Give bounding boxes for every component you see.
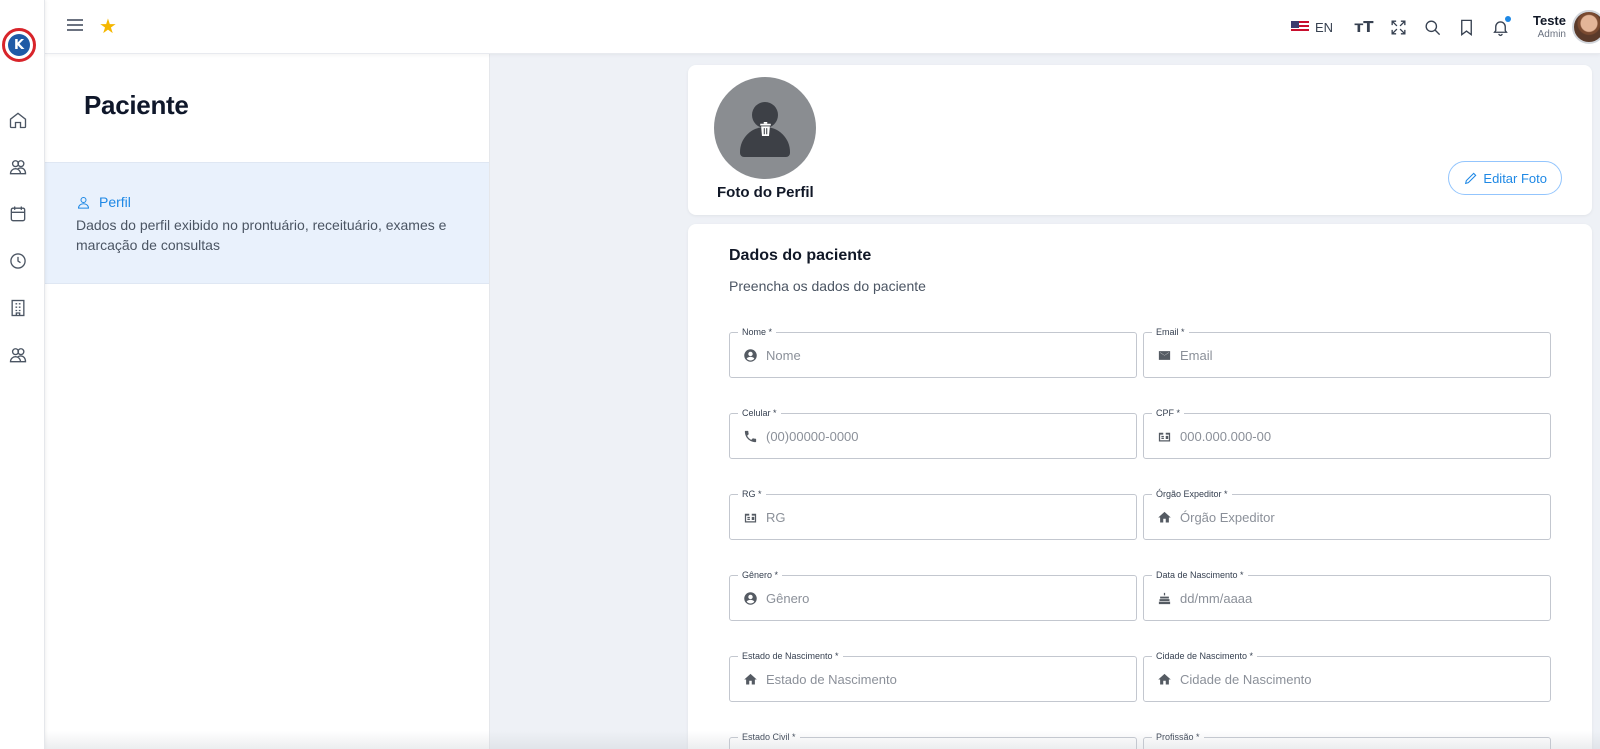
- cidade-nascimento-field[interactable]: Cidade de Nascimento *: [1143, 650, 1551, 702]
- orgao-expeditor-input[interactable]: [1180, 507, 1540, 527]
- email-input[interactable]: [1180, 345, 1540, 365]
- logo-mark: K: [8, 34, 30, 56]
- cpf-field[interactable]: CPF *: [1143, 407, 1551, 459]
- user-name: Teste: [1533, 13, 1566, 29]
- nome-field[interactable]: Nome *: [729, 326, 1137, 378]
- field-label: Gênero *: [738, 569, 783, 581]
- bookmark-icon[interactable]: [1455, 16, 1477, 38]
- edit-photo-label: Editar Foto: [1483, 170, 1547, 186]
- delete-photo-icon[interactable]: [756, 120, 774, 138]
- topbar-actions: EN ᴛT Teste Admin: [1290, 0, 1600, 54]
- estado-nascimento-input[interactable]: [766, 669, 1126, 689]
- estado-civil-field[interactable]: Estado Civil *: [729, 731, 1137, 749]
- sidebar-item-perfil[interactable]: Perfil Dados do perfil exibido no prontu…: [45, 162, 489, 284]
- star-icon[interactable]: ★: [99, 14, 117, 38]
- user-icon: [77, 196, 90, 209]
- form-subtitle: Preencha os dados do paciente: [729, 278, 926, 294]
- field-label: Estado de Nascimento *: [738, 650, 843, 662]
- sidebar-item-label: Perfil: [99, 194, 131, 210]
- rg-input[interactable]: [766, 507, 1126, 527]
- patient-form-card: Dados do paciente Preencha os dados do p…: [688, 224, 1592, 749]
- users-icon[interactable]: [7, 156, 29, 178]
- celular-input[interactable]: [766, 426, 1126, 446]
- home-icon[interactable]: [7, 109, 29, 131]
- celular-field[interactable]: Celular *: [729, 407, 1137, 459]
- estado-nascimento-field[interactable]: Estado de Nascimento *: [729, 650, 1137, 702]
- pencil-icon: [1465, 172, 1477, 185]
- genero-field[interactable]: Gênero *: [729, 569, 1137, 621]
- home-filled-icon: [1156, 671, 1172, 687]
- id-card-icon: [742, 509, 758, 525]
- data-nascimento-field[interactable]: Data de Nascimento *: [1143, 569, 1551, 621]
- us-flag-icon: [1290, 21, 1309, 33]
- page-title: Paciente: [84, 90, 189, 120]
- calendar-icon[interactable]: [7, 203, 29, 225]
- user-info[interactable]: Teste Admin: [1533, 13, 1566, 40]
- notification-dot: [1505, 16, 1511, 22]
- app-logo[interactable]: K: [2, 28, 36, 62]
- cpf-input[interactable]: [1180, 426, 1540, 446]
- left-rail: K: [0, 0, 45, 749]
- edit-photo-button[interactable]: Editar Foto: [1448, 161, 1562, 195]
- profile-photo-card: Foto do Perfil Editar Foto: [688, 65, 1592, 215]
- field-label: Profissão *: [1152, 731, 1204, 743]
- email-field[interactable]: Email *: [1143, 326, 1551, 378]
- search-icon[interactable]: [1421, 16, 1443, 38]
- sidebar-item-description: Dados do perfil exibido no prontuário, r…: [76, 217, 447, 253]
- clock-icon[interactable]: [7, 250, 29, 272]
- orgao-expeditor-field[interactable]: Órgão Expeditor *: [1143, 488, 1551, 540]
- profile-photo: [714, 77, 816, 179]
- field-label: Estado Civil *: [738, 731, 800, 743]
- field-label: CPF *: [1152, 407, 1185, 419]
- language-selector[interactable]: EN: [1290, 19, 1333, 35]
- field-label: Celular *: [738, 407, 781, 419]
- font-size-icon[interactable]: ᴛT: [1353, 16, 1375, 38]
- profile-photo-label: Foto do Perfil: [717, 184, 814, 201]
- phone-icon: [742, 428, 758, 444]
- notification-bell-icon[interactable]: [1489, 16, 1511, 38]
- profissao-field[interactable]: Profissão *: [1143, 731, 1551, 749]
- fullscreen-icon[interactable]: [1387, 16, 1409, 38]
- building-icon[interactable]: [7, 297, 29, 319]
- mail-icon: [1156, 347, 1172, 363]
- field-label: Data de Nascimento *: [1152, 569, 1248, 581]
- cake-icon: [1156, 590, 1172, 606]
- nome-input[interactable]: [766, 345, 1126, 365]
- avatar[interactable]: [1572, 10, 1600, 44]
- top-bar: ★ EN ᴛT Teste Admin: [45, 0, 1600, 54]
- account-circle-icon: [742, 590, 758, 606]
- users-icon[interactable]: [7, 344, 29, 366]
- home-filled-icon: [1156, 509, 1172, 525]
- form-title: Dados do paciente: [729, 247, 872, 264]
- side-panel: Paciente Perfil Dados do perfil exibido …: [45, 54, 490, 749]
- home-filled-icon: [742, 671, 758, 687]
- user-role: Admin: [1537, 28, 1566, 40]
- rg-field[interactable]: RG *: [729, 488, 1137, 540]
- field-label: Órgão Expeditor *: [1152, 488, 1232, 500]
- genero-input[interactable]: [766, 588, 1126, 608]
- field-label: RG *: [738, 488, 766, 500]
- language-code: EN: [1314, 19, 1333, 35]
- hamburger-menu-icon[interactable]: [67, 19, 83, 33]
- account-circle-icon: [742, 347, 758, 363]
- id-card-icon: [1156, 428, 1172, 444]
- field-label: Email *: [1152, 326, 1189, 338]
- field-label: Cidade de Nascimento *: [1152, 650, 1258, 662]
- data-nascimento-input[interactable]: [1180, 588, 1540, 608]
- nav-item-header: Perfil: [76, 194, 131, 210]
- cidade-nascimento-input[interactable]: [1180, 669, 1540, 689]
- field-label: Nome *: [738, 326, 777, 338]
